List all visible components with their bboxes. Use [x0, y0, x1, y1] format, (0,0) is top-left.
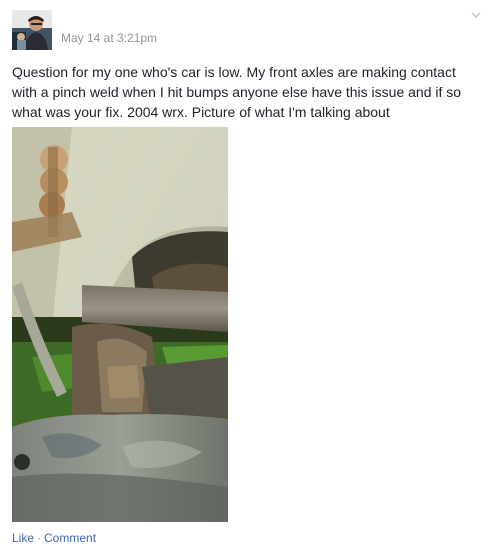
post-timestamp[interactable]: May 14 at 3:21pm — [61, 31, 157, 45]
post-actions: Like · Comment — [12, 531, 96, 545]
profile-photo-icon — [12, 10, 52, 50]
car-undercarriage-photo — [12, 127, 228, 522]
avatar[interactable] — [12, 10, 52, 50]
comment-button[interactable]: Comment — [44, 531, 96, 545]
action-separator: · — [37, 531, 42, 545]
like-button[interactable]: Like — [12, 531, 34, 545]
post-card: May 14 at 3:21pm Question for my one who… — [0, 0, 493, 554]
post-text: Question for my one who's car is low. My… — [12, 64, 462, 120]
post-photo[interactable] — [12, 127, 228, 522]
chevron-down-icon[interactable] — [469, 8, 483, 22]
